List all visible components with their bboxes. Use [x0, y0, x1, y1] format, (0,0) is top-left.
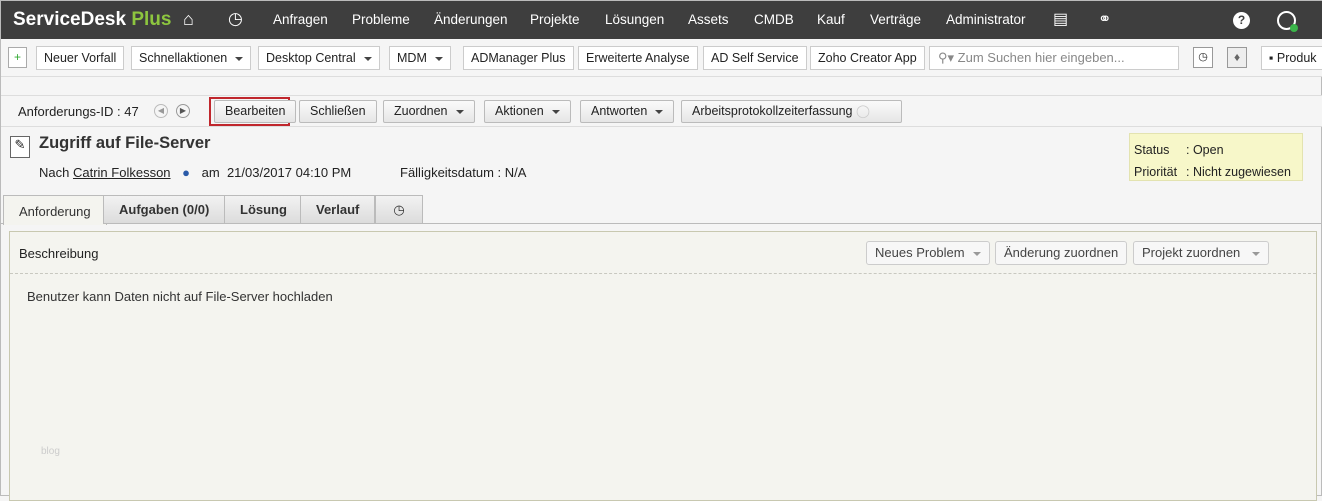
new-incident-button[interactable]: Neuer Vorfall	[36, 46, 125, 70]
actions-label: Aktionen	[495, 104, 544, 118]
chevron-down-icon	[551, 109, 560, 114]
desktop-central-button[interactable]: Desktop Central	[258, 46, 380, 70]
panel-separator	[10, 273, 1316, 274]
new-request-icon[interactable]: +	[8, 47, 27, 68]
priority-value: : Nicht zugewiesen	[1186, 165, 1291, 179]
actions-button[interactable]: Aktionen	[484, 100, 571, 123]
nav-administrator[interactable]: Administrator	[946, 12, 1026, 27]
nav-kauf[interactable]: Kauf	[817, 12, 845, 27]
mdm-label: MDM	[397, 51, 427, 65]
requester-link[interactable]: Catrin Folkesson	[73, 165, 171, 180]
search-placeholder: Zum Suchen hier eingeben...	[957, 50, 1125, 65]
headset-icon[interactable]: ⚭	[1098, 9, 1111, 29]
nav-cmdb[interactable]: CMDB	[754, 12, 794, 27]
assign-label: Zuordnen	[394, 104, 448, 118]
reply-label: Antworten	[591, 104, 648, 118]
on-label: am	[201, 165, 220, 180]
video-icon: ▪	[1269, 51, 1274, 65]
tab-verlauf[interactable]: Verlauf	[300, 195, 376, 224]
chevron-down-icon	[434, 56, 443, 61]
nav-assets[interactable]: Assets	[688, 12, 729, 27]
close-button[interactable]: Schließen	[299, 100, 377, 123]
tab-loesung[interactable]: Lösung	[224, 195, 303, 224]
nav-loesungen[interactable]: Lösungen	[605, 12, 664, 27]
chevron-down-icon	[363, 56, 372, 61]
assign-project-label: Projekt zuordnen	[1142, 245, 1241, 260]
quick-actions-button[interactable]: Schnellaktionen	[131, 46, 252, 70]
history-icon[interactable]: ◷	[1193, 47, 1213, 68]
mdm-button[interactable]: MDM	[389, 46, 451, 70]
chevron-down-icon	[972, 251, 981, 256]
desktop-central-label: Desktop Central	[266, 51, 356, 65]
bell-icon[interactable]: ♦	[1227, 47, 1247, 68]
assign-change-button[interactable]: Änderung zuordnen	[995, 241, 1128, 265]
edit-button[interactable]: Bearbeiten	[214, 100, 297, 123]
description-panel	[9, 231, 1317, 501]
description-text: Benutzer kann Daten nicht auf File-Serve…	[27, 289, 333, 304]
tab-timeline-clock-icon[interactable]: ◷	[375, 195, 423, 224]
assign-project-button[interactable]: Projekt zuordnen	[1133, 241, 1270, 265]
request-meta: Nach Catrin Folkesson ● am 21/03/2017 04…	[39, 165, 351, 180]
search-icon: ⚲▾	[938, 50, 955, 65]
panel-title: Beschreibung	[19, 246, 99, 261]
reports-icon[interactable]: ▤	[1053, 9, 1068, 29]
worklog-timer-button[interactable]: Arbeitsprotokollzeiterfassung ◯	[681, 100, 902, 123]
nav-probleme[interactable]: Probleme	[352, 12, 410, 27]
chat-bubble-icon[interactable]: ●	[182, 165, 190, 180]
logo[interactable]: ServiceDesk Plus	[13, 9, 171, 31]
product-label: Produk	[1276, 51, 1317, 65]
chevron-down-icon	[235, 56, 244, 61]
dashboard-icon[interactable]: ◷	[228, 9, 243, 29]
created-date: 21/03/2017 04:10 PM	[226, 165, 352, 180]
search-input[interactable]: ⚲▾ Zum Suchen hier eingeben...	[929, 46, 1179, 70]
due-date: Fälligkeitsdatum : N/A	[400, 165, 527, 180]
assign-button[interactable]: Zuordnen	[383, 100, 475, 123]
reply-button[interactable]: Antworten	[580, 100, 675, 123]
nav-vertraege[interactable]: Verträge	[870, 12, 921, 27]
tab-anforderung[interactable]: Anforderung	[3, 195, 107, 225]
nav-projekte[interactable]: Projekte	[530, 12, 580, 27]
previous-icon[interactable]: ◀	[154, 104, 168, 118]
home-icon[interactable]: ⌂	[183, 9, 194, 30]
chevron-down-icon	[1252, 251, 1261, 256]
help-icon[interactable]: ?	[1233, 12, 1250, 29]
priority-label: Priorität	[1134, 165, 1178, 179]
new-problem-label: Neues Problem	[875, 245, 965, 260]
request-edit-icon: ✎	[10, 136, 30, 158]
status-box: Status : Open Priorität : Nicht zugewiesen	[1129, 133, 1303, 181]
request-title: Zugriff auf File-Server	[39, 134, 211, 152]
status-label: Status	[1134, 143, 1170, 157]
ad-self-service-button[interactable]: AD Self Service	[703, 46, 807, 70]
admanager-button[interactable]: ADManager Plus	[463, 46, 574, 70]
chevron-down-icon	[655, 109, 664, 114]
watermark: blog	[41, 446, 60, 457]
request-id: Anforderungs-ID : 47	[18, 104, 139, 119]
top-header: ServiceDesk Plus ⌂ ◷ Anfragen Probleme Ä…	[1, 1, 1322, 39]
tab-aufgaben[interactable]: Aufgaben (0/0)	[103, 195, 226, 224]
product-button[interactable]: ▪ Produk	[1261, 46, 1322, 70]
next-icon[interactable]: ▶	[176, 104, 190, 118]
nav-aenderungen[interactable]: Änderungen	[434, 12, 508, 27]
user-avatar-icon[interactable]	[1277, 11, 1298, 32]
advanced-analytics-button[interactable]: Erweiterte Analyse	[578, 46, 698, 70]
status-value: : Open	[1186, 143, 1224, 157]
zoho-creator-button[interactable]: Zoho Creator App	[810, 46, 925, 70]
by-label: Nach	[39, 165, 70, 180]
nav-anfragen[interactable]: Anfragen	[273, 12, 328, 27]
stopwatch-icon: ◯	[855, 104, 870, 118]
new-problem-button[interactable]: Neues Problem	[866, 241, 990, 265]
worklog-label: Arbeitsprotokollzeiterfassung	[692, 104, 853, 118]
chevron-down-icon	[455, 109, 464, 114]
quick-actions-label: Schnellaktionen	[139, 51, 228, 65]
